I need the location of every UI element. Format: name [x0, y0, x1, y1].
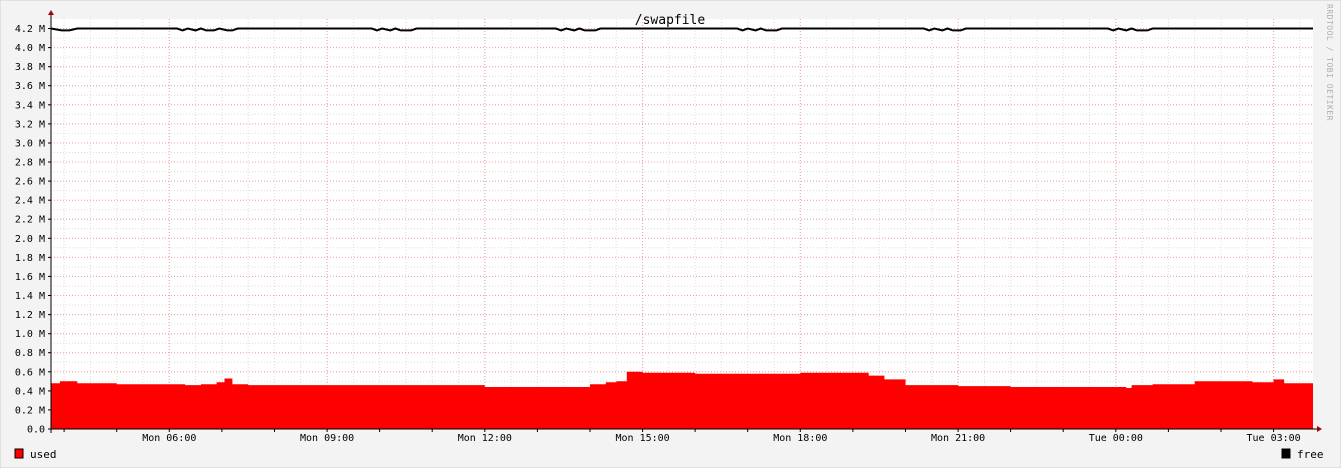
x-tick-label: Tue 00:00	[1089, 433, 1143, 444]
x-tick-label: Mon 12:00	[458, 433, 512, 444]
x-tick-label: Mon 09:00	[300, 433, 354, 444]
y-tick-label: 2.8 M	[15, 158, 45, 169]
legend-label-free: free	[1297, 448, 1324, 461]
legend-swatch-free	[1281, 448, 1291, 459]
y-tick-label: 3.2 M	[15, 119, 45, 130]
x-tick-label: Tue 03:00	[1247, 433, 1301, 444]
y-tick-label: 2.0 M	[15, 234, 45, 245]
y-tick-label: 2.6 M	[15, 177, 45, 188]
legend-swatch-used	[14, 448, 24, 459]
y-tick-label: 0.0	[27, 425, 45, 436]
y-tick-label: 0.6 M	[15, 367, 45, 378]
y-tick-label: 1.2 M	[15, 310, 45, 321]
y-tick-label: 3.6 M	[15, 81, 45, 92]
legend-label-used: used	[30, 448, 57, 461]
x-tick-label: Mon 21:00	[931, 433, 985, 444]
y-tick-label: 1.8 M	[15, 253, 45, 264]
y-tick-label: 2.4 M	[15, 196, 45, 207]
y-tick-label: 4.0 M	[15, 43, 45, 54]
y-tick-label: 1.6 M	[15, 272, 45, 283]
x-tick-label: Mon 06:00	[142, 433, 196, 444]
y-tick-label: 3.0 M	[15, 139, 45, 150]
y-tick-label: 1.0 M	[15, 329, 45, 340]
y-tick-label: 1.4 M	[15, 291, 45, 302]
y-tick-label: 0.8 M	[15, 348, 45, 359]
chart-title: /swapfile	[635, 13, 706, 28]
x-tick-label: Mon 15:00	[616, 433, 670, 444]
y-tick-label: 3.4 M	[15, 100, 45, 111]
chart-canvas: 0.0 0.2 M 0.4 M 0.6 M 0.8 M 1.0 M 1.2 M 1.4 M 1.…	[0, 0, 1341, 468]
y-tick-label: 4.2 M	[15, 24, 45, 35]
rrdtool-watermark: RRDTOOL / TOBI OETIKER	[1325, 4, 1334, 121]
y-tick-label: 0.2 M	[15, 405, 45, 416]
plot-area	[51, 19, 1313, 429]
y-tick-label: 3.8 M	[15, 62, 45, 73]
x-tick-label: Mon 18:00	[773, 433, 827, 444]
y-tick-label: 0.4 M	[15, 386, 45, 397]
y-tick-label: 2.2 M	[15, 215, 45, 226]
